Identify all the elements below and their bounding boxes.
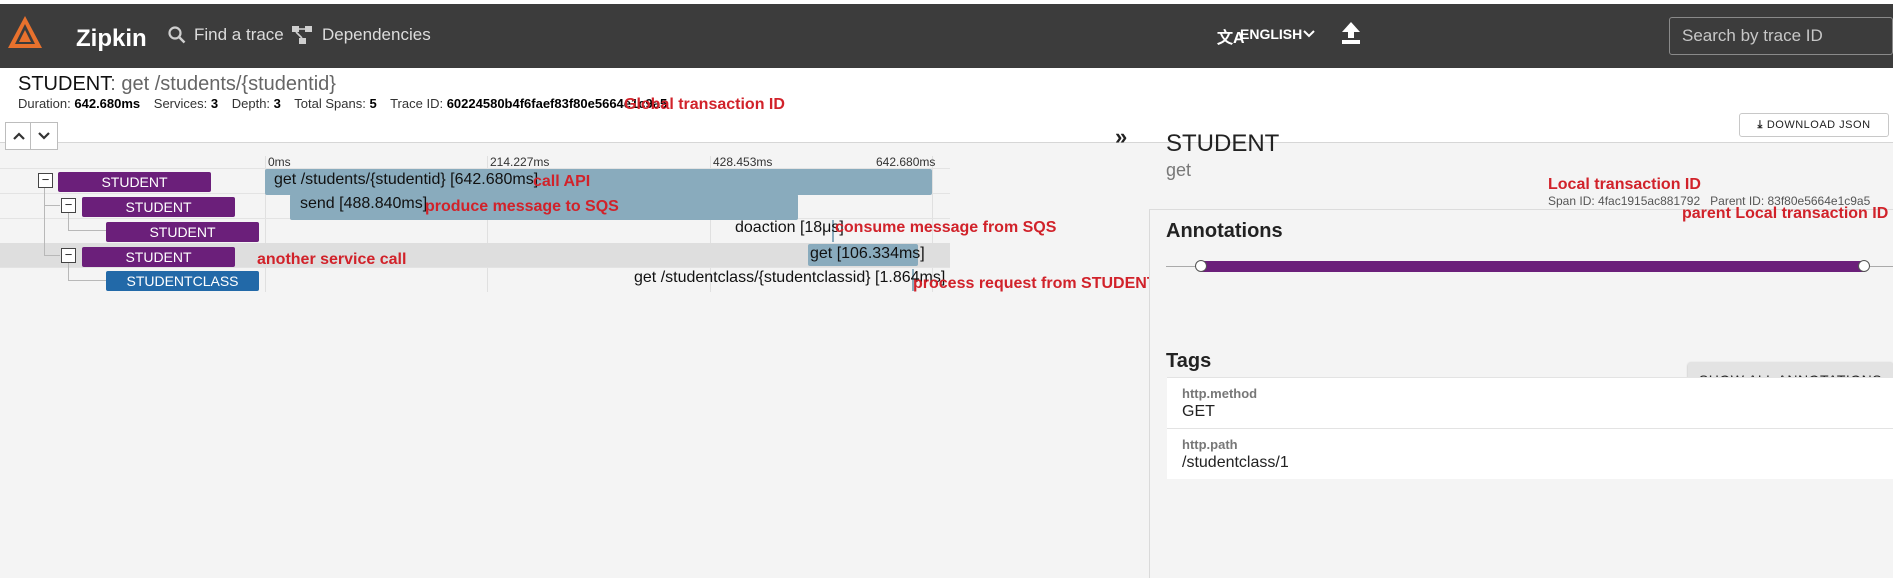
tag-card: http.path /studentclass/1 (1167, 428, 1893, 479)
chevron-down-icon (38, 132, 50, 140)
duration-label: Duration: (18, 96, 71, 111)
tag-key: http.path (1182, 437, 1238, 452)
tree-connector (44, 205, 60, 206)
annotation-another-service-call: another service call (257, 251, 407, 268)
tree-connector (44, 230, 45, 256)
nav-dependencies-label: Dependencies (322, 25, 431, 44)
span-label: get [106.334ms] (810, 245, 925, 262)
span-label: send [488.840ms] (300, 195, 428, 212)
tick-label: 428.453ms (713, 155, 773, 169)
expand-up-button[interactable] (5, 122, 33, 150)
tag-value: GET (1182, 403, 1215, 420)
zipkin-logo-icon[interactable] (6, 14, 44, 50)
trace-span-name: : get /students/{studentid} (110, 73, 336, 95)
annotation-marker-start[interactable] (1195, 260, 1207, 272)
nav-find-trace-label: Find a trace (194, 25, 284, 44)
tree-connector (68, 212, 69, 230)
annotation-local-transaction-id: Local transaction ID (1548, 176, 1701, 193)
duration-value: 642.680ms (74, 96, 141, 111)
span-service-badge[interactable]: STUDENT (82, 247, 235, 267)
trace-metadata: Duration: 642.680ms Services: 3 Depth: 3… (18, 96, 677, 111)
services-value: 3 (210, 96, 219, 111)
brand-name[interactable]: Zipkin (76, 25, 147, 53)
depth-value: 3 (273, 96, 281, 111)
download-json-label: DOWNLOAD JSON (1766, 119, 1871, 131)
span-service-badge[interactable]: STUDENT (106, 222, 259, 242)
tick-label: 642.680ms (876, 155, 936, 169)
tree-connector (44, 188, 45, 230)
download-json-button[interactable]: ⤓ DOWNLOAD JSON (1739, 113, 1889, 137)
collapse-panel-icon[interactable]: » (1115, 124, 1127, 150)
tag-card: http.method GET (1167, 377, 1893, 428)
download-icon: ⤓ (1757, 119, 1763, 131)
page-title: STUDENT: get /students/{studentid} (18, 73, 336, 96)
span-service-badge[interactable]: STUDENT (82, 197, 235, 217)
trace-id-label: Trace ID: (390, 96, 444, 111)
expand-down-button[interactable] (30, 122, 58, 150)
span-label: get /studentclass/{studentclassid} [1.86… (634, 269, 946, 286)
annotations-section-title: Annotations (1166, 220, 1283, 242)
detail-service-name: STUDENT (1166, 130, 1280, 157)
span-id: Span ID: 4fac1915ac881792 (1548, 194, 1701, 208)
annotation-call-api: call API (533, 173, 591, 190)
annotation-axis (1166, 266, 1198, 267)
tree-connector (68, 262, 69, 280)
tags-section-title: Tags (1166, 350, 1212, 372)
span-service-badge[interactable]: STUDENTCLASS (106, 271, 259, 291)
annotation-axis (1870, 266, 1893, 267)
dependencies-icon (292, 26, 312, 44)
upload-icon[interactable] (1339, 20, 1363, 46)
annotation-marker-end[interactable] (1858, 260, 1870, 272)
chevron-up-icon (13, 132, 25, 140)
trace-id-search-input[interactable] (1669, 17, 1893, 55)
annotation-global-transaction-id: Global transaction ID (624, 96, 785, 113)
language-label: ENGLISH (1240, 26, 1303, 42)
detail-span-name: get (1166, 160, 1192, 180)
trace-service-name: STUDENT (18, 73, 111, 95)
tick-label: 0ms (268, 155, 291, 169)
collapse-toggle[interactable]: − (61, 248, 76, 263)
span-label: get /students/{studentid} [642.680ms] (274, 171, 539, 188)
tag-value: /studentclass/1 (1182, 454, 1289, 471)
collapse-toggle[interactable]: − (61, 198, 76, 213)
tick-label: 214.227ms (490, 155, 550, 169)
tree-connector (44, 255, 60, 256)
language-selector[interactable]: 文A ENGLISH (1215, 24, 1315, 48)
annotation-consume-message: consume message from SQS (835, 219, 1057, 236)
collapse-toggle[interactable]: − (38, 173, 53, 188)
search-icon (168, 26, 186, 44)
tree-connector (68, 280, 106, 281)
annotation-parent-local-transaction-id: parent Local transaction ID (1682, 205, 1889, 222)
span-service-badge[interactable]: STUDENT (58, 172, 211, 192)
annotation-timeline-bar[interactable] (1201, 261, 1865, 272)
row-divider (0, 267, 950, 268)
tag-key: http.method (1182, 386, 1258, 401)
top-navbar: Zipkin Find a trace Dependencies 文A ENGL… (0, 4, 1893, 68)
total-spans-label: Total Spans: (294, 96, 366, 111)
span-label: doaction [18μs] (735, 219, 844, 236)
total-spans-value: 5 (369, 96, 377, 111)
tree-connector (68, 230, 106, 231)
depth-label: Depth: (231, 96, 271, 111)
chevron-down-icon (1303, 30, 1315, 38)
annotation-produce-message: produce message to SQS (425, 198, 619, 215)
services-label: Services: (153, 96, 208, 111)
